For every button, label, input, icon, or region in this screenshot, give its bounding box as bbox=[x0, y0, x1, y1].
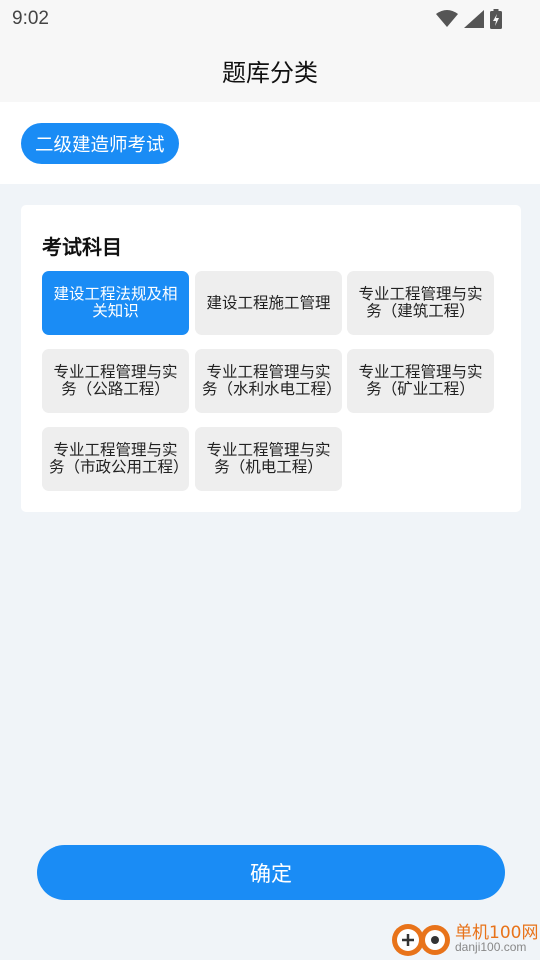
subject-heading: 考试科目 bbox=[42, 235, 122, 259]
exam-chip-selected[interactable]: 二级建造师考试 bbox=[21, 123, 179, 164]
subject-card: 考试科目 建设工程法规及相关知识 建设工程施工管理 专业工程管理与实务（建筑工程… bbox=[21, 205, 521, 512]
exam-section: 二级建造师考试 bbox=[0, 102, 540, 184]
status-time: 9:02 bbox=[12, 8, 49, 29]
subject-tile-highway[interactable]: 专业工程管理与实务（公路工程） bbox=[42, 349, 189, 413]
signal-icon bbox=[464, 10, 484, 28]
status-icons bbox=[436, 9, 502, 29]
page-title: 题库分类 bbox=[222, 58, 318, 87]
subject-tile-mining[interactable]: 专业工程管理与实务（矿业工程） bbox=[347, 349, 494, 413]
subject-tile-municipal[interactable]: 专业工程管理与实务（市政公用工程） bbox=[42, 427, 189, 491]
wifi-icon bbox=[436, 10, 458, 28]
watermark-url: danji100.com bbox=[455, 940, 527, 954]
watermark: 单机100网 danji100.com bbox=[390, 916, 540, 960]
watermark-logo-icon bbox=[390, 916, 452, 960]
subject-tile-electromechanical[interactable]: 专业工程管理与实务（机电工程） bbox=[195, 427, 342, 491]
title-bar: 题库分类 bbox=[0, 38, 540, 102]
confirm-button[interactable]: 确定 bbox=[37, 845, 505, 900]
subject-tile-law[interactable]: 建设工程法规及相关知识 bbox=[42, 271, 189, 335]
subject-tile-building[interactable]: 专业工程管理与实务（建筑工程） bbox=[347, 271, 494, 335]
battery-charging-icon bbox=[490, 9, 502, 29]
subject-tile-water-conservancy[interactable]: 专业工程管理与实务（水利水电工程） bbox=[195, 349, 342, 413]
subject-tile-construction-management[interactable]: 建设工程施工管理 bbox=[195, 271, 342, 335]
status-bar: 9:02 bbox=[0, 0, 540, 38]
